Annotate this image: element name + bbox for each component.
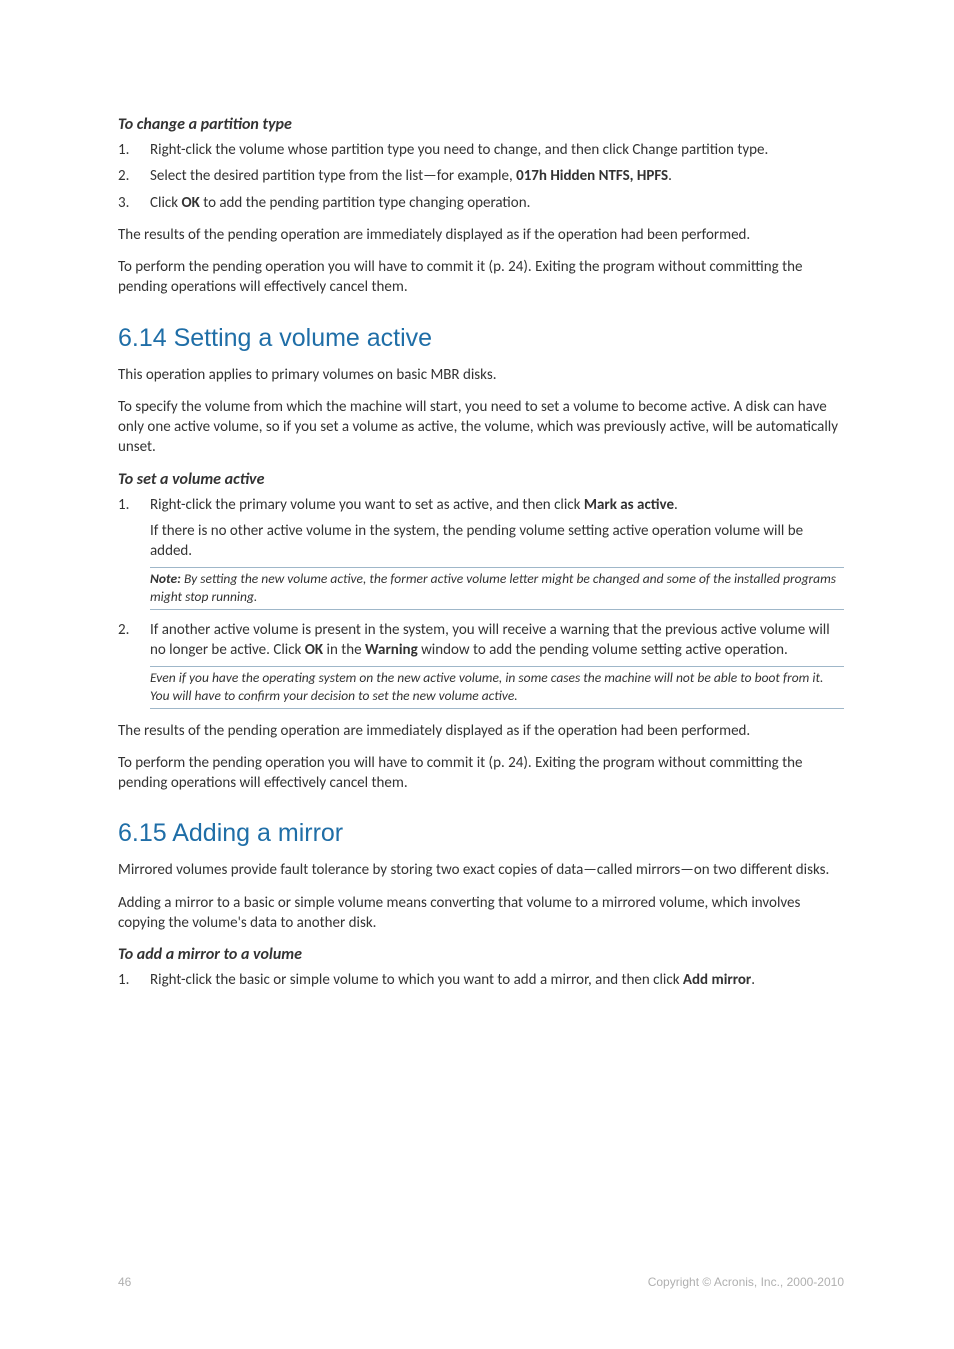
list-text: If another active volume is present in t… xyxy=(150,621,830,659)
heading-change-partition-type: To change a partition type xyxy=(118,115,844,134)
list-item: 1. Right-click the primary volume you wa… xyxy=(118,495,844,610)
paragraph: Adding a mirror to a basic or simple vol… xyxy=(118,893,844,934)
list-item: 2. If another active volume is present i… xyxy=(118,620,844,709)
list-text: Select the desired partition type from t… xyxy=(150,167,672,185)
list-text: Right-click the volume whose partition t… xyxy=(150,141,768,159)
list-item: 3. Click OK to add the pending partition … xyxy=(118,193,844,213)
paragraph: The results of the pending operation are… xyxy=(118,721,844,741)
paragraph: Mirrored volumes provide fault tolerance… xyxy=(118,860,844,880)
list-item: 1. Right-click the volume whose partition… xyxy=(118,140,844,160)
copyright-text: Copyright © Acronis, Inc., 2000-2010 xyxy=(648,1275,844,1289)
heading-adding-mirror: 6.15 Adding a mirror xyxy=(118,819,844,848)
heading-setting-volume-active: 6.14 Setting a volume active xyxy=(118,324,844,353)
list-number: 3. xyxy=(118,193,129,213)
list-item: 2. Select the desired partition type from… xyxy=(118,166,844,186)
page-number: 46 xyxy=(118,1275,131,1289)
list-text: Click OK to add the pending partition ty… xyxy=(150,194,530,212)
paragraph: The results of the pending operation are… xyxy=(118,225,844,245)
heading-add-mirror-to-volume: To add a mirror to a volume xyxy=(118,945,844,964)
paragraph: To specify the volume from which the mac… xyxy=(118,397,844,458)
list-number: 1. xyxy=(118,970,129,990)
paragraph: This operation applies to primary volume… xyxy=(118,365,844,385)
list-item: 1. Right-click the basic or simple volume… xyxy=(118,970,844,990)
list-text: Right-click the basic or simple volume t… xyxy=(150,971,755,989)
list-number: 2. xyxy=(118,166,129,186)
note-box: Note: By setting the new volume active, … xyxy=(150,567,844,609)
list-number: 2. xyxy=(118,620,129,640)
sub-paragraph: If there is no other active volume in th… xyxy=(150,521,844,562)
page-footer: 46 Copyright © Acronis, Inc., 2000-2010 xyxy=(118,1275,844,1289)
note-body: By setting the new volume active, the fo… xyxy=(150,570,836,605)
list-number: 1. xyxy=(118,495,129,515)
document-page: To change a partition type 1. Right-click… xyxy=(0,0,954,1349)
heading-set-volume-active: To set a volume active xyxy=(118,470,844,489)
list-set-volume-active: 1. Right-click the primary volume you wa… xyxy=(118,495,844,709)
paragraph: To perform the pending operation you wil… xyxy=(118,753,844,794)
list-add-mirror: 1. Right-click the basic or simple volume… xyxy=(118,970,844,990)
note-box: Even if you have the operating system on… xyxy=(150,666,844,708)
list-text: Right-click the primary volume you want … xyxy=(150,496,678,514)
list-number: 1. xyxy=(118,140,129,160)
list-change-partition-type: 1. Right-click the volume whose partition… xyxy=(118,140,844,213)
paragraph: To perform the pending operation you wil… xyxy=(118,257,844,298)
note-label: Note: xyxy=(150,570,181,587)
